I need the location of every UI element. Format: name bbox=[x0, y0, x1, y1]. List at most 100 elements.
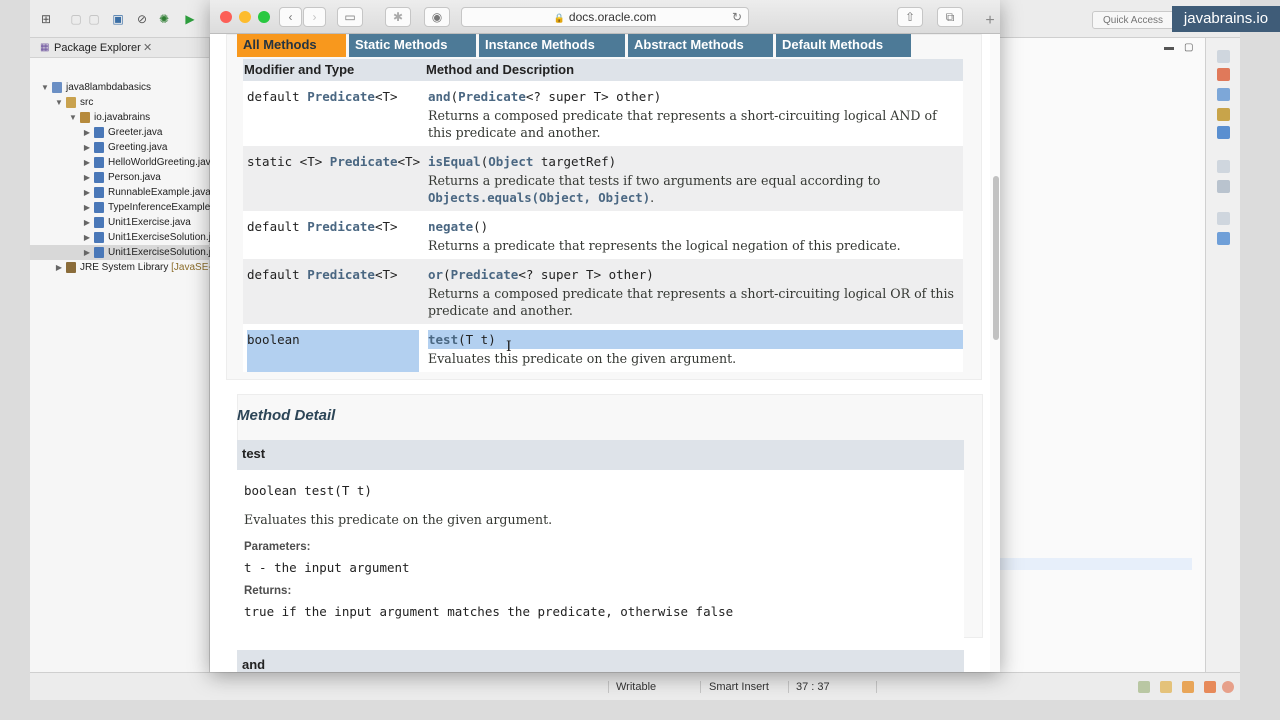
page-scrollbar[interactable] bbox=[990, 34, 1000, 672]
tree-item[interactable]: ▶ RunnableExample.java bbox=[30, 185, 210, 200]
tree-item[interactable]: ▶ Person.java bbox=[30, 170, 210, 185]
privacy-button[interactable]: ◉ bbox=[424, 7, 450, 27]
tab-static-methods[interactable]: Static Methods bbox=[349, 34, 476, 57]
page-scrollbar-thumb[interactable] bbox=[993, 176, 999, 340]
column-header-modifier: Modifier and Type bbox=[244, 62, 355, 77]
address-bar[interactable]: 🔒 docs.oracle.com ↻ bbox=[461, 7, 749, 27]
tree-item[interactable]: ▶ JRE System Library [JavaSE-1.8] bbox=[30, 260, 210, 275]
type-link[interactable]: Predicate bbox=[307, 89, 375, 104]
method-link-negate[interactable]: negate bbox=[428, 219, 473, 234]
type-link[interactable]: Object bbox=[488, 154, 533, 169]
task-list-icon[interactable] bbox=[1217, 68, 1230, 81]
restore-icon[interactable] bbox=[1217, 212, 1230, 225]
javadoc-icon[interactable] bbox=[1217, 88, 1230, 101]
hierarchy-icon[interactable] bbox=[1217, 232, 1230, 245]
type-link[interactable]: Predicate bbox=[451, 267, 519, 282]
graduation-cap-icon[interactable] bbox=[1182, 681, 1194, 693]
method-link-test[interactable]: test bbox=[428, 332, 458, 347]
restore-icon[interactable] bbox=[1217, 50, 1230, 63]
tree-item[interactable]: ▶ Greeting.java bbox=[30, 140, 210, 155]
wrench-icon[interactable] bbox=[1204, 681, 1216, 693]
status-writable: Writable bbox=[616, 681, 657, 693]
method-description-cell: and(Predicate<? super T> other) Returns a… bbox=[428, 89, 958, 141]
tab-instance-methods[interactable]: Instance Methods bbox=[479, 34, 625, 57]
collapsed-arrow-icon[interactable]: ▶ bbox=[82, 140, 92, 155]
collapsed-arrow-icon[interactable]: ▶ bbox=[82, 155, 92, 170]
back-button[interactable]: ‹ bbox=[279, 7, 302, 27]
method-description-cell: isEqual(Object targetRef) Returns a predi… bbox=[428, 154, 958, 207]
sidebar-button[interactable]: ▭ bbox=[337, 7, 363, 27]
tree-item[interactable]: ▶ Unit1ExerciseSolution.java bbox=[30, 230, 210, 245]
share-button[interactable]: ⇧ bbox=[897, 7, 923, 27]
method-row-isEqual: static <T> Predicate<T> isEqual(Object ta… bbox=[243, 146, 963, 211]
close-icon[interactable]: ✕ bbox=[143, 38, 152, 58]
declaration-icon[interactable] bbox=[1217, 108, 1230, 121]
forward-button[interactable]: › bbox=[303, 7, 326, 27]
method-summary-text: Returns a predicate that represents the … bbox=[428, 238, 901, 253]
collapsed-arrow-icon[interactable]: ▶ bbox=[54, 260, 64, 275]
outline-icon[interactable] bbox=[1217, 180, 1230, 193]
current-line-highlight bbox=[1000, 558, 1192, 570]
book-icon[interactable] bbox=[1160, 681, 1172, 693]
method-link-and[interactable]: and bbox=[428, 89, 451, 104]
tree-item-label: Unit1ExerciseSolution.java bbox=[108, 232, 210, 243]
tree-item-label: Unit1Exercise.java bbox=[108, 217, 191, 228]
settings-icon[interactable] bbox=[1222, 681, 1234, 693]
close-window-button[interactable] bbox=[220, 11, 232, 23]
run-icon[interactable]: ▶ bbox=[182, 11, 198, 27]
method-row-test: boolean test(T t) Evaluates this predicate… bbox=[243, 324, 963, 372]
debug-icon[interactable]: ✺ bbox=[156, 11, 172, 27]
collapsed-arrow-icon[interactable]: ▶ bbox=[82, 230, 92, 245]
zoom-window-button[interactable] bbox=[258, 11, 270, 23]
console-icon[interactable] bbox=[1217, 126, 1230, 139]
status-separator bbox=[788, 681, 789, 693]
tab-default-methods[interactable]: Default Methods bbox=[776, 34, 911, 57]
save-all-icon[interactable]: ▢ bbox=[86, 11, 102, 27]
reload-icon[interactable]: ↻ bbox=[732, 8, 742, 26]
minimize-window-button[interactable] bbox=[239, 11, 251, 23]
collapsed-arrow-icon[interactable]: ▶ bbox=[82, 200, 92, 215]
method-link-or[interactable]: or bbox=[428, 267, 443, 282]
collapsed-arrow-icon[interactable]: ▶ bbox=[82, 125, 92, 140]
tree-item-label: Greeting.java bbox=[108, 142, 168, 153]
tree-item[interactable]: ▼ io.javabrains bbox=[30, 110, 210, 125]
collapsed-arrow-icon[interactable]: ▶ bbox=[82, 185, 92, 200]
save-icon[interactable]: ▢ bbox=[68, 11, 84, 27]
tree-item[interactable]: ▶ Unit1Exercise.java bbox=[30, 215, 210, 230]
tree-item[interactable]: ▶ Unit1ExerciseSolution.java bbox=[30, 245, 210, 260]
mylyn-icon[interactable] bbox=[1138, 681, 1150, 693]
new-icon[interactable]: ⊞ bbox=[38, 11, 54, 27]
tree-item[interactable]: ▼ java8lambdabasics bbox=[30, 80, 210, 95]
terminal-icon[interactable]: ▣ bbox=[110, 11, 126, 27]
type-link[interactable]: Predicate bbox=[307, 219, 375, 234]
quick-access-input[interactable] bbox=[1092, 11, 1184, 29]
collapsed-arrow-icon[interactable]: ▶ bbox=[82, 215, 92, 230]
method-description-cell: negate() Returns a predicate that represe… bbox=[428, 219, 958, 254]
collapsed-arrow-icon[interactable]: ▶ bbox=[82, 245, 92, 260]
tab-abstract-methods[interactable]: Abstract Methods bbox=[628, 34, 773, 57]
expanded-arrow-icon[interactable]: ▼ bbox=[54, 95, 64, 110]
extensions-button[interactable]: ✱ bbox=[385, 7, 411, 27]
tree-item[interactable]: ▶ TypeInferenceExample.java bbox=[30, 200, 210, 215]
type-link[interactable]: Predicate bbox=[458, 89, 526, 104]
type-link[interactable]: Predicate bbox=[307, 267, 375, 282]
returns-label: Returns: bbox=[244, 585, 292, 597]
skip-breakpoints-icon[interactable]: ⊘ bbox=[134, 11, 150, 27]
tree-item[interactable]: ▶ HelloWorldGreeting.java bbox=[30, 155, 210, 170]
collapsed-arrow-icon[interactable]: ▶ bbox=[82, 170, 92, 185]
parameters-value: t - the input argument bbox=[244, 560, 410, 575]
method-link-isEqual[interactable]: isEqual bbox=[428, 154, 481, 169]
expanded-arrow-icon[interactable]: ▼ bbox=[40, 80, 50, 95]
tree-item[interactable]: ▼ src bbox=[30, 95, 210, 110]
expanded-arrow-icon[interactable]: ▼ bbox=[68, 110, 78, 125]
tabs-overview-button[interactable]: ⧉ bbox=[937, 7, 963, 27]
tab-all-methods[interactable]: All Methods bbox=[237, 34, 346, 57]
tree-item[interactable]: ▶ Greeter.java bbox=[30, 125, 210, 140]
maximize-icon[interactable]: ▢ bbox=[1184, 42, 1193, 53]
minimize-icon[interactable]: ▬ bbox=[1164, 42, 1174, 53]
status-position: 37 : 37 bbox=[796, 681, 830, 693]
restore-icon[interactable] bbox=[1217, 160, 1230, 173]
type-link[interactable]: Predicate bbox=[330, 154, 398, 169]
code-link[interactable]: Objects.equals(Object, Object) bbox=[428, 191, 650, 205]
new-tab-button[interactable]: + bbox=[980, 11, 1000, 31]
